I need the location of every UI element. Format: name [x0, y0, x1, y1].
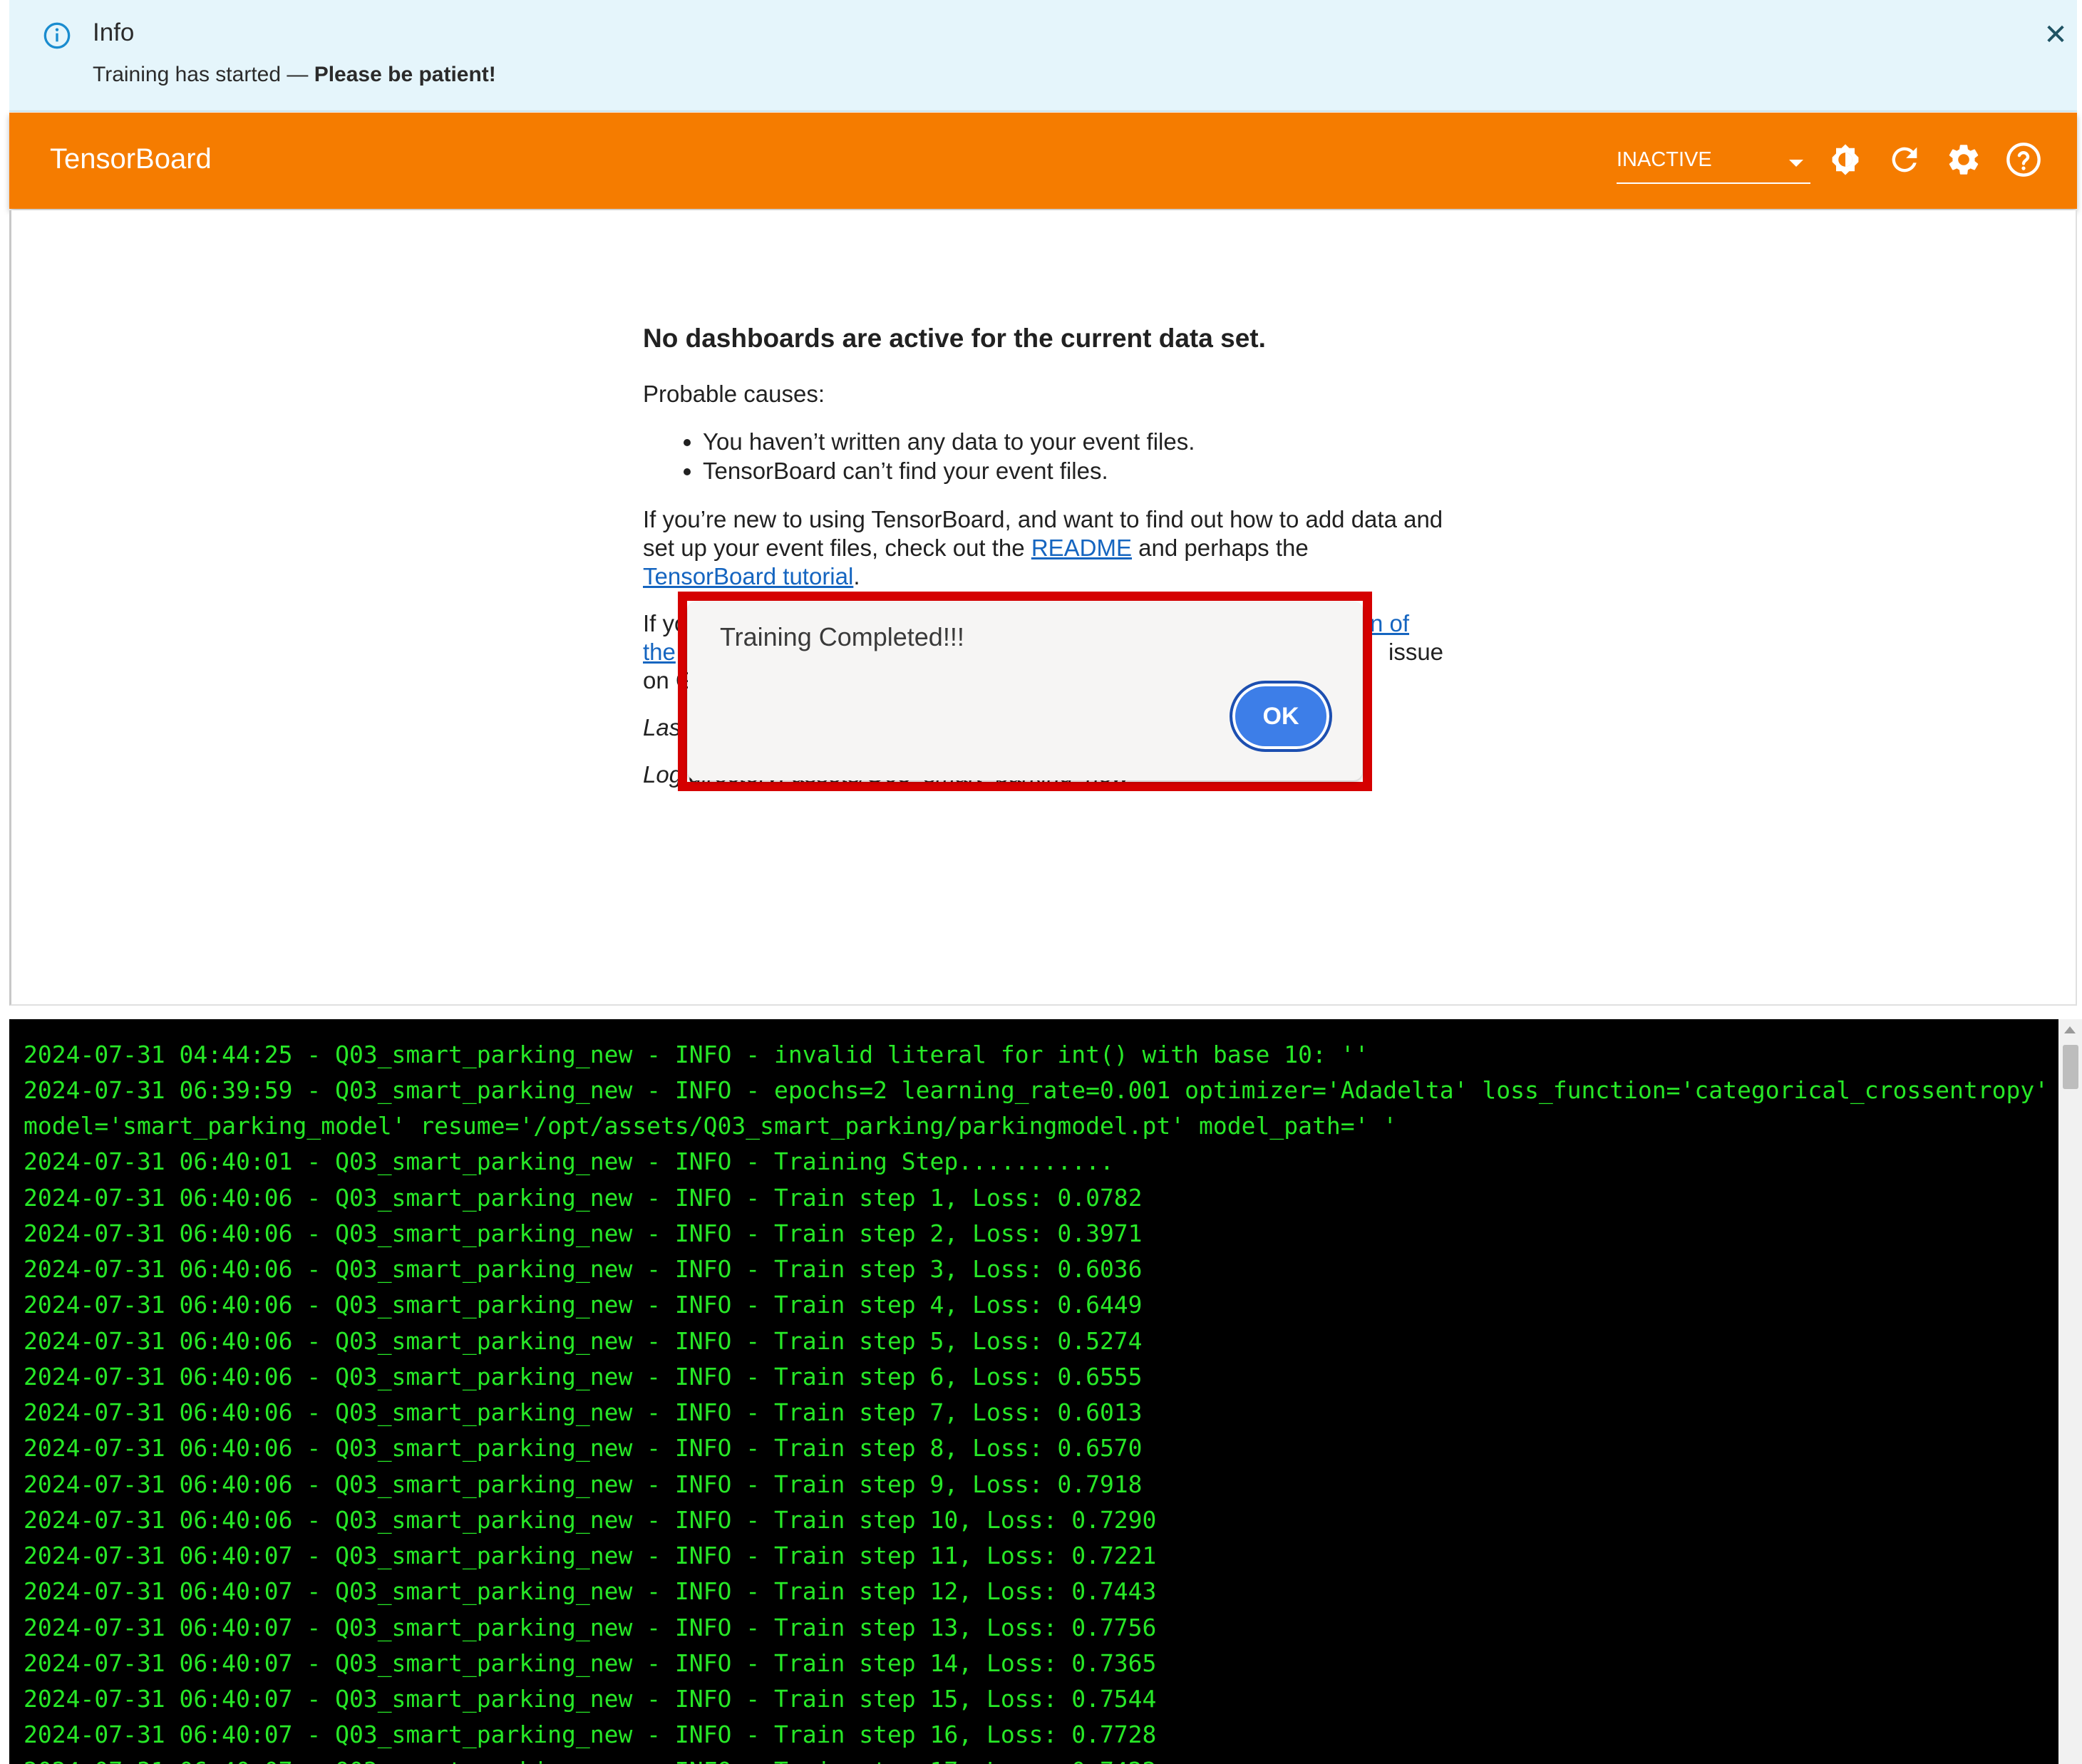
log-line: 2024-07-31 06:40:01 - Q03_smart_parking_… [24, 1147, 1114, 1175]
close-icon[interactable]: ✕ [2041, 20, 2071, 50]
log-line: 2024-07-31 06:40:07 - Q03_smart_parking_… [24, 1685, 1157, 1713]
readme-link[interactable]: README [1031, 535, 1132, 561]
app-title: TensorBoard [50, 143, 212, 175]
settings-icon[interactable] [1945, 141, 1982, 178]
terminal-scrollbar[interactable] [2058, 1019, 2082, 1764]
info-message-text: Training has started — [93, 63, 314, 86]
log-line: 2024-07-31 06:40:06 - Q03_smart_parking_… [24, 1327, 1143, 1355]
log-line: 2024-07-31 06:40:07 - Q03_smart_parking_… [24, 1614, 1157, 1641]
app-toolbar: TensorBoard INACTIVE [9, 113, 2077, 209]
info-message: Training has started — Please be patient… [93, 63, 496, 87]
log-line: 2024-07-31 06:40:06 - Q03_smart_parking_… [24, 1184, 1143, 1212]
log-line: 2024-07-31 06:40:06 - Q03_smart_parking_… [24, 1398, 1143, 1426]
run-select[interactable]: INACTIVE [1617, 147, 1810, 184]
alert-dialog: Training Completed!!! OK [688, 602, 1362, 780]
info-title: Info [93, 19, 135, 46]
log-line: 2024-07-31 06:40:07 - Q03_smart_parking_… [24, 1757, 1156, 1764]
log-line: 2024-07-31 06:40:06 - Q03_smart_parking_… [24, 1255, 1143, 1283]
log-line: 2024-07-31 06:40:06 - Q03_smart_parking_… [24, 1506, 1157, 1534]
causes-list: You haven’t written any data to your eve… [643, 427, 1477, 485]
info-banner: Info Training has started — Please be pa… [9, 0, 2077, 112]
log-line: 2024-07-31 06:40:06 - Q03_smart_parking_… [24, 1219, 1143, 1247]
log-line: 2024-07-31 06:40:07 - Q03_smart_parking_… [24, 1721, 1157, 1748]
log-line: 2024-07-31 06:40:07 - Q03_smart_parking_… [24, 1577, 1157, 1605]
list-item: You haven’t written any data to your eve… [703, 427, 1477, 456]
scroll-up-icon[interactable] [2064, 1026, 2076, 1033]
log-line: 2024-07-31 06:40:06 - Q03_smart_parking_… [24, 1470, 1143, 1498]
help-paragraph: If you’re new to using TensorBoard, and … [643, 505, 1477, 591]
info-icon [43, 22, 71, 49]
ok-button[interactable]: OK [1230, 681, 1332, 752]
causes-label: Probable causes: [643, 381, 825, 407]
help-text-mid: and perhaps the [1132, 535, 1309, 561]
help-icon[interactable] [2005, 141, 2042, 178]
tutorial-link[interactable]: TensorBoard tutorial [643, 563, 853, 589]
info-message-bold: Please be patient! [314, 63, 496, 86]
log-line: 2024-07-31 06:40:06 - Q03_smart_parking_… [24, 1363, 1143, 1391]
troubleshoot-link[interactable]: n of [1370, 610, 1409, 636]
refresh-icon[interactable] [1886, 141, 1923, 178]
dialog-message: Training Completed!!! [720, 622, 964, 651]
troubleshoot-issue: issue [1388, 639, 1444, 665]
run-select-value: INACTIVE [1617, 148, 1712, 171]
log-line: 2024-07-31 06:40:06 - Q03_smart_parking_… [24, 1291, 1143, 1319]
chevron-down-icon [1789, 160, 1803, 167]
log-line: 2024-07-31 06:40:07 - Q03_smart_parking_… [24, 1542, 1157, 1569]
log-line: 2024-07-31 06:40:07 - Q03_smart_parking_… [24, 1649, 1157, 1677]
terminal-log: 2024-07-31 04:44:25 - Q03_smart_parking_… [9, 1019, 2058, 1764]
log-line: 2024-07-31 04:44:25 - Q03_smart_parking_… [24, 1041, 1369, 1068]
scroll-thumb[interactable] [2063, 1045, 2078, 1089]
log-line: model='smart_parking_model' resume='/opt… [24, 1112, 1398, 1140]
troubleshoot-link-2[interactable]: the [643, 639, 676, 665]
page-heading: No dashboards are active for the current… [643, 324, 1266, 353]
log-line: 2024-07-31 06:39:59 - Q03_smart_parking_… [24, 1076, 2049, 1104]
log-line: 2024-07-31 06:40:06 - Q03_smart_parking_… [24, 1434, 1143, 1462]
theme-toggle-icon[interactable] [1827, 141, 1864, 178]
list-item: TensorBoard can’t find your event files. [703, 456, 1477, 485]
help-text-end: . [853, 563, 860, 589]
